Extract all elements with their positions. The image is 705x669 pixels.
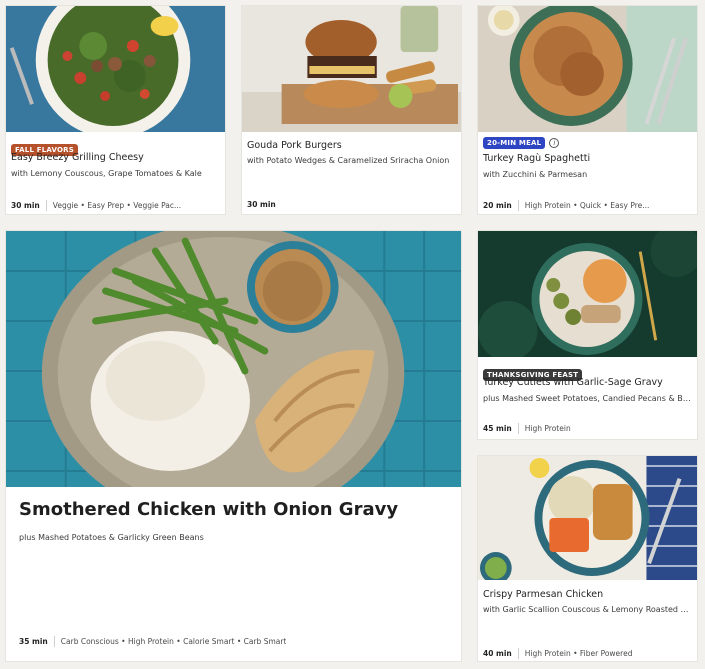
cook-time: 30 min — [247, 200, 276, 209]
info-icon[interactable]: i — [549, 138, 560, 148]
recipe-subtitle: with Zucchini & Parmesan — [483, 170, 588, 179]
divider — [517, 423, 519, 434]
recipe-card-easy-breezy[interactable]: FALL FLAVORS Easy Breezy Grilling Cheesy… — [5, 5, 226, 215]
recipe-card-gouda-pork-burgers[interactable]: Gouda Pork Burgers with Potato Wedges & … — [241, 5, 462, 215]
cook-time: 40 min — [483, 649, 512, 658]
recipe-subtitle: with Potato Wedges & Caramelized Srirach… — [247, 156, 450, 165]
recipe-tags: Veggie • Easy Prep • Veggie Pac... — [52, 201, 182, 210]
recipe-image-crispy-parmesan-chicken — [478, 456, 697, 580]
recipe-card-turkey-cutlets[interactable]: THANKSGIVING FEAST Turkey Cutlets with G… — [477, 230, 698, 440]
recipe-title: Gouda Pork Burgers — [247, 140, 342, 151]
recipe-title: Smothered Chicken with Onion Gravy — [19, 499, 399, 520]
recipe-image-gouda-pork-burgers — [242, 6, 461, 132]
recipe-card-crispy-parmesan-chicken[interactable]: Crispy Parmesan Chicken with Garlic Scal… — [477, 455, 698, 662]
divider — [517, 200, 519, 211]
recipe-tags: High Protein • Quick • Easy Pre... — [524, 201, 650, 210]
recipe-subtitle: plus Mashed Potatoes & Garlicky Green Be… — [19, 533, 204, 542]
recipe-meta: 30 min Veggie • Easy Prep • Veggie Pac..… — [11, 200, 219, 211]
recipe-title: Crispy Parmesan Chicken — [483, 589, 604, 600]
recipe-image-easy-breezy — [6, 6, 225, 132]
recipe-subtitle: plus Mashed Sweet Potatoes, Candied Peca… — [483, 394, 691, 403]
cook-time: 35 min — [19, 637, 48, 646]
recipe-title: Easy Breezy Grilling Cheesy — [11, 152, 144, 163]
cook-time: 45 min — [483, 424, 512, 433]
cook-time: 30 min — [11, 201, 40, 210]
divider — [45, 200, 47, 211]
recipe-image-smothered-chicken — [6, 231, 461, 487]
divider — [53, 636, 55, 647]
recipe-tags: High Protein • Fiber Powered — [524, 649, 633, 658]
recipe-tags: High Protein — [524, 424, 571, 433]
recipe-subtitle: with Garlic Scallion Couscous & Lemony R… — [483, 605, 691, 614]
recipe-image-turkey-cutlets — [478, 231, 697, 357]
recipe-card-smothered-chicken[interactable]: Smothered Chicken with Onion Gravy plus … — [5, 230, 462, 662]
badge-20-min-meal: 20-MIN MEAL — [483, 137, 546, 149]
recipe-title: Turkey Ragù Spaghetti — [483, 153, 591, 164]
recipe-image-turkey-ragu — [478, 6, 697, 132]
recipe-meta: 20 min High Protein • Quick • Easy Pre..… — [483, 200, 691, 211]
cook-time: 20 min — [483, 201, 512, 210]
recipe-subtitle: with Lemony Couscous, Grape Tomatoes & K… — [11, 169, 202, 178]
recipe-card-turkey-ragu[interactable]: 20-MIN MEAL i Turkey Ragù Spaghetti with… — [477, 5, 698, 215]
recipe-tags: Carb Conscious • High Protein • Calorie … — [60, 637, 287, 646]
recipe-meta: 40 min High Protein • Fiber Powered — [483, 648, 691, 659]
recipe-title: Turkey Cutlets with Garlic-Sage Gravy — [483, 377, 663, 388]
divider — [517, 648, 519, 659]
recipe-meta: 35 min Carb Conscious • High Protein • C… — [19, 636, 455, 647]
recipe-meta: 45 min High Protein — [483, 423, 691, 434]
recipe-meta: 30 min — [247, 200, 455, 209]
